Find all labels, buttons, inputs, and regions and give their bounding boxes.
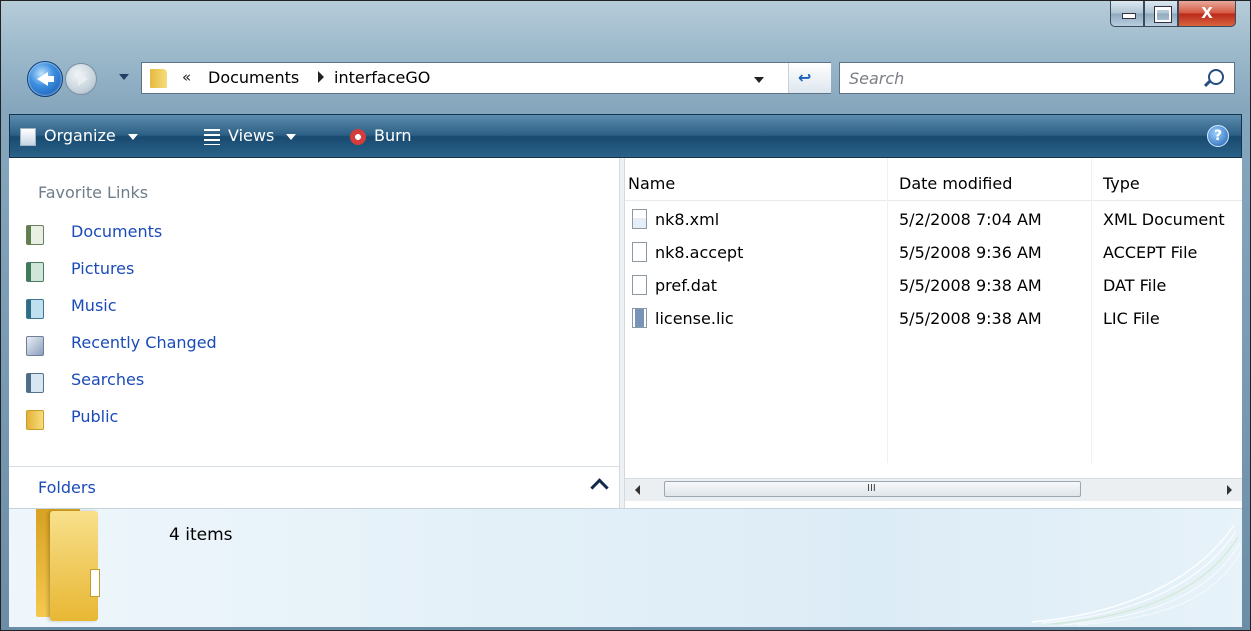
generic-file-icon <box>632 275 647 295</box>
favorite-link-documents[interactable]: Documents <box>26 221 586 258</box>
minimize-icon <box>1122 13 1136 19</box>
chevron-down-icon <box>127 133 138 140</box>
organize-icon <box>20 127 36 146</box>
file-row[interactable]: pref.dat 5/5/2008 9:38 AM DAT File <box>625 270 1242 303</box>
views-label: Views <box>228 126 275 145</box>
music-icon <box>26 299 44 319</box>
burn-label: Burn <box>374 126 412 145</box>
favorite-links-list: Documents Pictures Music Recently Change… <box>26 221 586 443</box>
file-name: nk8.xml <box>655 210 720 229</box>
file-type: XML Document <box>1103 210 1225 229</box>
column-header-date-modified[interactable]: Date modified <box>899 174 1012 193</box>
file-type: ACCEPT File <box>1103 243 1198 262</box>
help-button[interactable]: ? <box>1207 125 1229 147</box>
search-box <box>839 62 1235 94</box>
public-folder-icon <box>26 410 44 430</box>
folders-label: Folders <box>38 478 96 497</box>
favorite-link-public[interactable]: Public <box>26 406 586 443</box>
refresh-icon: ↩ <box>798 68 812 87</box>
chevron-up-icon[interactable] <box>590 478 609 497</box>
file-name: nk8.accept <box>655 243 744 262</box>
close-button[interactable]: X <box>1178 1 1236 27</box>
favorite-link-recently-changed[interactable]: Recently Changed <box>26 332 586 369</box>
favorite-link-pictures[interactable]: Pictures <box>26 258 586 295</box>
folder-tab <box>90 569 100 597</box>
lic-file-icon <box>632 308 647 328</box>
address-dropdown-icon[interactable] <box>754 77 764 83</box>
breadcrumb-documents[interactable]: Documents <box>208 68 299 87</box>
address-bar[interactable]: « Documents interfaceGO ↩ <box>141 62 831 94</box>
file-name: license.lic <box>655 309 734 328</box>
file-row[interactable]: nk8.accept 5/5/2008 9:36 AM ACCEPT File <box>625 237 1242 270</box>
file-list: Name Date modified Type nk8.xml 5/2/2008… <box>625 158 1242 508</box>
forward-button[interactable] <box>65 63 97 95</box>
details-pane: 4 items <box>9 508 1242 627</box>
recently-changed-icon <box>26 336 44 356</box>
burn-disc-icon <box>350 128 366 145</box>
back-button[interactable] <box>27 61 63 97</box>
organize-button[interactable]: Organize <box>20 115 138 157</box>
breadcrumb-separator-icon[interactable] <box>318 71 324 83</box>
pictures-icon <box>26 262 44 282</box>
file-type: LIC File <box>1103 309 1160 328</box>
close-icon: X <box>1201 4 1213 22</box>
organize-label: Organize <box>44 126 116 145</box>
minimize-button[interactable] <box>1110 1 1144 27</box>
maximize-button[interactable] <box>1144 1 1178 27</box>
refresh-button[interactable]: ↩ <box>788 63 831 93</box>
searches-icon <box>26 373 44 393</box>
views-button[interactable]: Views <box>204 115 297 157</box>
file-date: 5/5/2008 9:36 AM <box>899 243 1042 262</box>
column-header-type[interactable]: Type <box>1103 174 1140 193</box>
xml-file-icon <box>632 209 647 229</box>
breadcrumb-interfacego[interactable]: interfaceGO <box>334 68 430 87</box>
scrollbar-grip: III <box>867 483 876 494</box>
scroll-left-icon[interactable] <box>635 485 640 495</box>
chevron-down-icon <box>286 133 297 140</box>
folder-icon <box>36 509 100 623</box>
folder-front <box>50 511 98 621</box>
column-headers: Name Date modified Type <box>625 158 1242 201</box>
favorite-link-label: Searches <box>71 370 145 389</box>
column-header-name[interactable]: Name <box>628 174 675 193</box>
scroll-right-icon[interactable] <box>1227 485 1232 495</box>
favorite-link-label: Public <box>71 407 119 426</box>
item-count: 4 items <box>169 525 233 545</box>
favorite-link-label: Music <box>71 296 117 315</box>
maximize-icon <box>1154 6 1172 23</box>
views-icon <box>204 128 220 145</box>
file-type: DAT File <box>1103 276 1167 295</box>
navigation-pane: Favorite Links Documents Pictures Music … <box>9 158 619 509</box>
favorite-link-label: Recently Changed <box>71 333 217 352</box>
burn-button[interactable]: Burn <box>350 115 412 157</box>
file-row[interactable]: nk8.xml 5/2/2008 7:04 AM XML Document <box>625 204 1242 237</box>
horizontal-scrollbar[interactable]: III <box>625 478 1242 501</box>
command-bar: Organize Views Burn ? <box>9 114 1242 158</box>
favorite-link-label: Documents <box>71 222 163 241</box>
favorite-links-heading: Favorite Links <box>38 183 149 202</box>
scrollbar-thumb[interactable]: III <box>664 481 1081 497</box>
favorite-link-searches[interactable]: Searches <box>26 369 586 406</box>
file-date: 5/2/2008 7:04 AM <box>899 210 1042 229</box>
documents-icon <box>26 225 44 245</box>
file-name: pref.dat <box>655 276 718 295</box>
file-date: 5/5/2008 9:38 AM <box>899 276 1042 295</box>
file-date: 5/5/2008 9:38 AM <box>899 309 1042 328</box>
decorative-swoosh <box>1031 524 1242 626</box>
explorer-body: Favorite Links Documents Pictures Music … <box>9 158 1242 509</box>
file-row[interactable]: license.lic 5/5/2008 9:38 AM LIC File <box>625 303 1242 336</box>
folder-icon <box>150 69 167 88</box>
file-rows: nk8.xml 5/2/2008 7:04 AM XML Document nk… <box>625 204 1242 336</box>
recent-pages-dropdown[interactable] <box>119 74 129 80</box>
search-input[interactable] <box>840 63 1190 93</box>
breadcrumb-overflow-chevron[interactable]: « <box>182 68 191 86</box>
folders-bar[interactable]: Folders <box>9 466 619 509</box>
navigation-bar: « Documents interfaceGO ↩ <box>1 53 1250 103</box>
generic-file-icon <box>632 242 647 262</box>
favorite-link-label: Pictures <box>71 259 135 278</box>
explorer-window: X « Documents interfaceGO ↩ Organize Vie… <box>0 0 1251 631</box>
search-icon[interactable] <box>1208 69 1224 85</box>
favorite-link-music[interactable]: Music <box>26 295 586 332</box>
caption-buttons: X <box>1110 1 1236 29</box>
